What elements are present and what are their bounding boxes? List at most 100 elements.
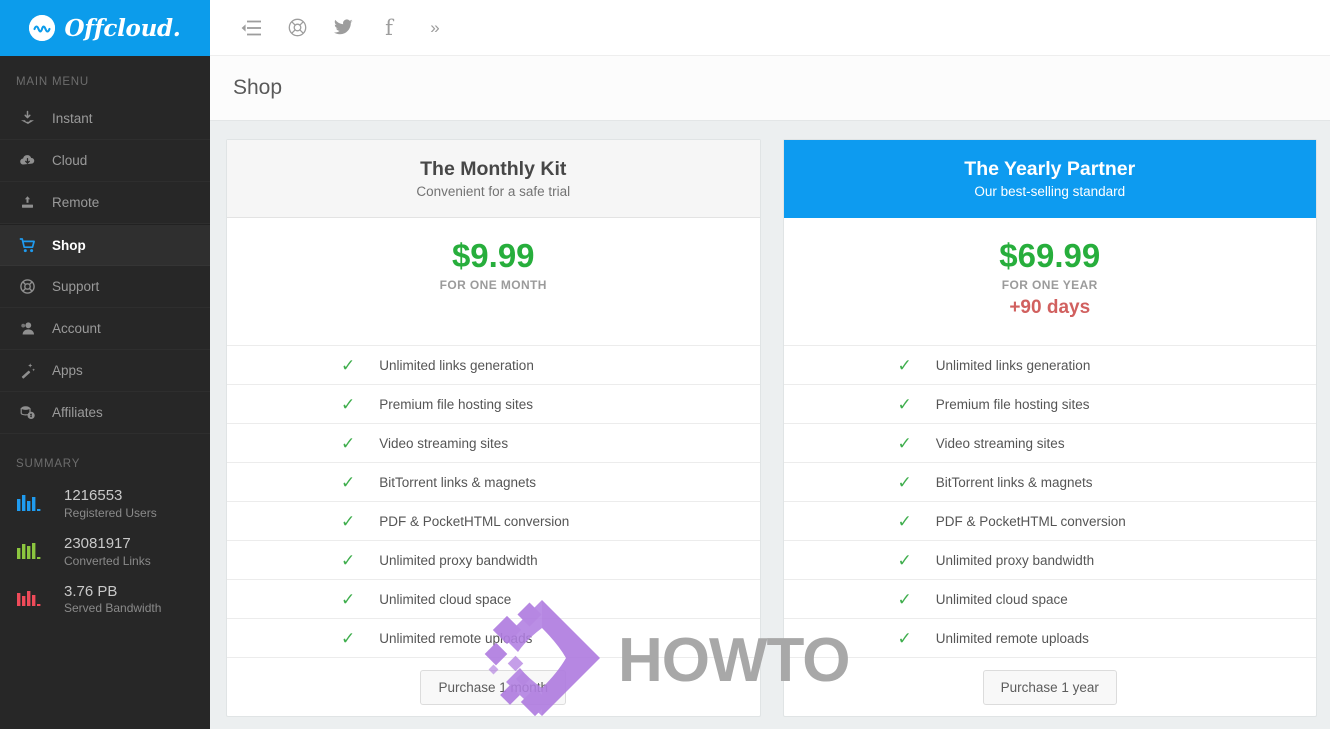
download-tray-icon	[18, 110, 36, 128]
toolbar: f »	[210, 0, 1330, 56]
brand-header[interactable]: Offcloud.	[0, 0, 210, 56]
sidebar-item-instant[interactable]: Instant	[0, 98, 210, 140]
plan-title: The Yearly Partner	[964, 158, 1136, 180]
sidebar-item-label: Affiliates	[52, 405, 103, 420]
money-stack-icon	[18, 404, 36, 422]
sidebar-item-label: Remote	[52, 195, 100, 210]
plan-feature-row: ✓ BitTorrent links & magnets	[783, 463, 1316, 502]
plan-feature-label: Unlimited remote uploads	[935, 630, 1089, 646]
check-icon: ✓	[897, 433, 912, 453]
plan-feature-label: Unlimited proxy bandwidth	[935, 552, 1095, 568]
plan-feature-row: ✓ BitTorrent links & magnets	[227, 463, 760, 502]
plan-feature-label: Premium file hosting sites	[379, 396, 534, 412]
check-icon: ✓	[897, 628, 912, 648]
plan-period: FOR ONE YEAR	[1001, 277, 1098, 292]
sidebar-item-label: Shop	[52, 237, 86, 253]
check-icon: ✓	[341, 589, 356, 609]
brand-name: Offcloud.	[64, 14, 181, 42]
cloud-download-icon	[18, 152, 36, 170]
plan-card-yearly: The Yearly Partner Our best-selling stan…	[782, 139, 1317, 717]
check-icon: ✓	[341, 628, 356, 648]
plan-header: The Monthly Kit Convenient for a safe tr…	[227, 140, 760, 218]
purchase-year-button[interactable]: Purchase 1 year	[982, 669, 1117, 705]
plan-feature-label: BitTorrent links & magnets	[935, 474, 1093, 490]
sidebar-item-remote[interactable]: Remote	[0, 182, 210, 224]
plan-footer: Purchase 1 month	[227, 658, 760, 716]
stat-label: Converted Links	[64, 553, 151, 568]
plan-title: The Monthly Kit	[420, 158, 567, 180]
stat-value: 1216553	[64, 487, 123, 504]
plan-feature-row: ✓ Video streaming sites	[227, 424, 760, 463]
user-account-icon	[18, 320, 36, 338]
bar-chart-icon	[16, 587, 46, 611]
sidebar-item-affiliates[interactable]: Affiliates	[0, 392, 210, 434]
plan-feature-label: PDF & PocketHTML conversion	[379, 513, 570, 529]
sidebar-item-support[interactable]: Support	[0, 266, 210, 308]
plan-feature-label: Unlimited links generation	[935, 357, 1091, 373]
plan-feature-row: ✓ Unlimited proxy bandwidth	[227, 541, 760, 580]
stat-value: 23081917	[64, 534, 131, 552]
check-icon: ✓	[341, 511, 356, 531]
bar-chart-icon	[16, 540, 46, 564]
plan-feature-row: ✓ Unlimited remote uploads	[783, 619, 1316, 658]
check-icon: ✓	[897, 589, 912, 609]
stat-label: Registered Users	[64, 505, 157, 520]
plan-feature-row: ✓ Unlimited cloud space	[227, 580, 760, 619]
magic-wand-icon	[18, 362, 36, 380]
summary-heading: SUMMARY	[16, 458, 81, 470]
plan-subtitle: Convenient for a safe trial	[416, 184, 571, 199]
plan-feature-row: ✓ Unlimited links generation	[227, 346, 760, 385]
sidebar-item-label: Instant	[52, 111, 93, 126]
plan-feature-row: ✓ Unlimited links generation	[783, 346, 1316, 385]
check-icon: ✓	[897, 394, 912, 414]
check-icon: ✓	[341, 355, 356, 375]
plan-price: $9.99	[451, 237, 535, 274]
plan-feature-label: BitTorrent links & magnets	[379, 474, 537, 490]
check-icon: ✓	[341, 433, 356, 453]
stat-registered-users: 1216553 Registered Users	[0, 480, 210, 528]
plan-feature-label: Premium file hosting sites	[935, 396, 1090, 412]
chevron-double-right-icon[interactable]: »	[412, 0, 458, 56]
plan-feature-label: Unlimited links generation	[379, 357, 534, 373]
offcloud-wave-icon	[29, 15, 56, 41]
plan-feature-row: ✓ Video streaming sites	[783, 424, 1316, 463]
check-icon: ✓	[341, 472, 356, 492]
plan-footer: Purchase 1 year	[784, 658, 1317, 716]
page-header: Shop	[210, 56, 1330, 121]
facebook-icon[interactable]: f	[366, 0, 412, 56]
sidebar-item-label: Support	[52, 279, 100, 294]
plan-feature-label: Unlimited cloud space	[379, 591, 512, 607]
lifebuoy-icon	[18, 278, 36, 296]
plan-feature-label: PDF & PocketHTML conversion	[935, 513, 1126, 529]
stat-served-bandwidth: 3.76 PB Served Bandwidth	[0, 576, 210, 624]
collapse-sidebar-icon[interactable]	[228, 0, 274, 56]
stat-converted-links: 23081917 Converted Links	[0, 528, 210, 576]
stat-label: Served Bandwidth	[64, 601, 162, 616]
twitter-icon[interactable]	[320, 0, 366, 56]
upload-server-icon	[18, 194, 36, 212]
plan-card-monthly: The Monthly Kit Convenient for a safe tr…	[226, 139, 761, 717]
plan-feature-row: ✓ Unlimited cloud space	[783, 580, 1316, 619]
plan-feature-row: ✓ Premium file hosting sites	[783, 385, 1316, 424]
check-icon: ✓	[341, 394, 356, 414]
sidebar-item-apps[interactable]: Apps	[0, 350, 210, 392]
purchase-month-button[interactable]: Purchase 1 month	[420, 669, 567, 705]
check-icon: ✓	[897, 511, 912, 531]
plan-feature-label: Unlimited cloud space	[935, 591, 1068, 607]
sidebar-item-label: Account	[52, 321, 101, 336]
sidebar: Offcloud. MAIN MENU Instant Cloud Remote…	[0, 0, 210, 729]
plan-subtitle: Our best-selling standard	[974, 184, 1126, 199]
plan-feature-row: ✓ PDF & PocketHTML conversion	[227, 502, 760, 541]
plan-header: The Yearly Partner Our best-selling stan…	[783, 140, 1316, 218]
plan-feature-row: ✓ PDF & PocketHTML conversion	[783, 502, 1316, 541]
app-window: Offcloud. MAIN MENU Instant Cloud Remote…	[0, 0, 1330, 729]
plan-feature-row: ✓ Premium file hosting sites	[227, 385, 760, 424]
sidebar-item-cloud[interactable]: Cloud	[0, 140, 210, 182]
sidebar-item-label: Cloud	[52, 153, 88, 168]
sidebar-item-account[interactable]: Account	[0, 308, 210, 350]
sidebar-item-shop[interactable]: Shop	[0, 224, 210, 266]
lifebuoy-icon[interactable]	[274, 0, 320, 56]
stat-value: 3.76 PB	[64, 582, 118, 600]
plan-feature-label: Video streaming sites	[379, 435, 509, 451]
plan-feature-label: Unlimited proxy bandwidth	[379, 552, 538, 568]
